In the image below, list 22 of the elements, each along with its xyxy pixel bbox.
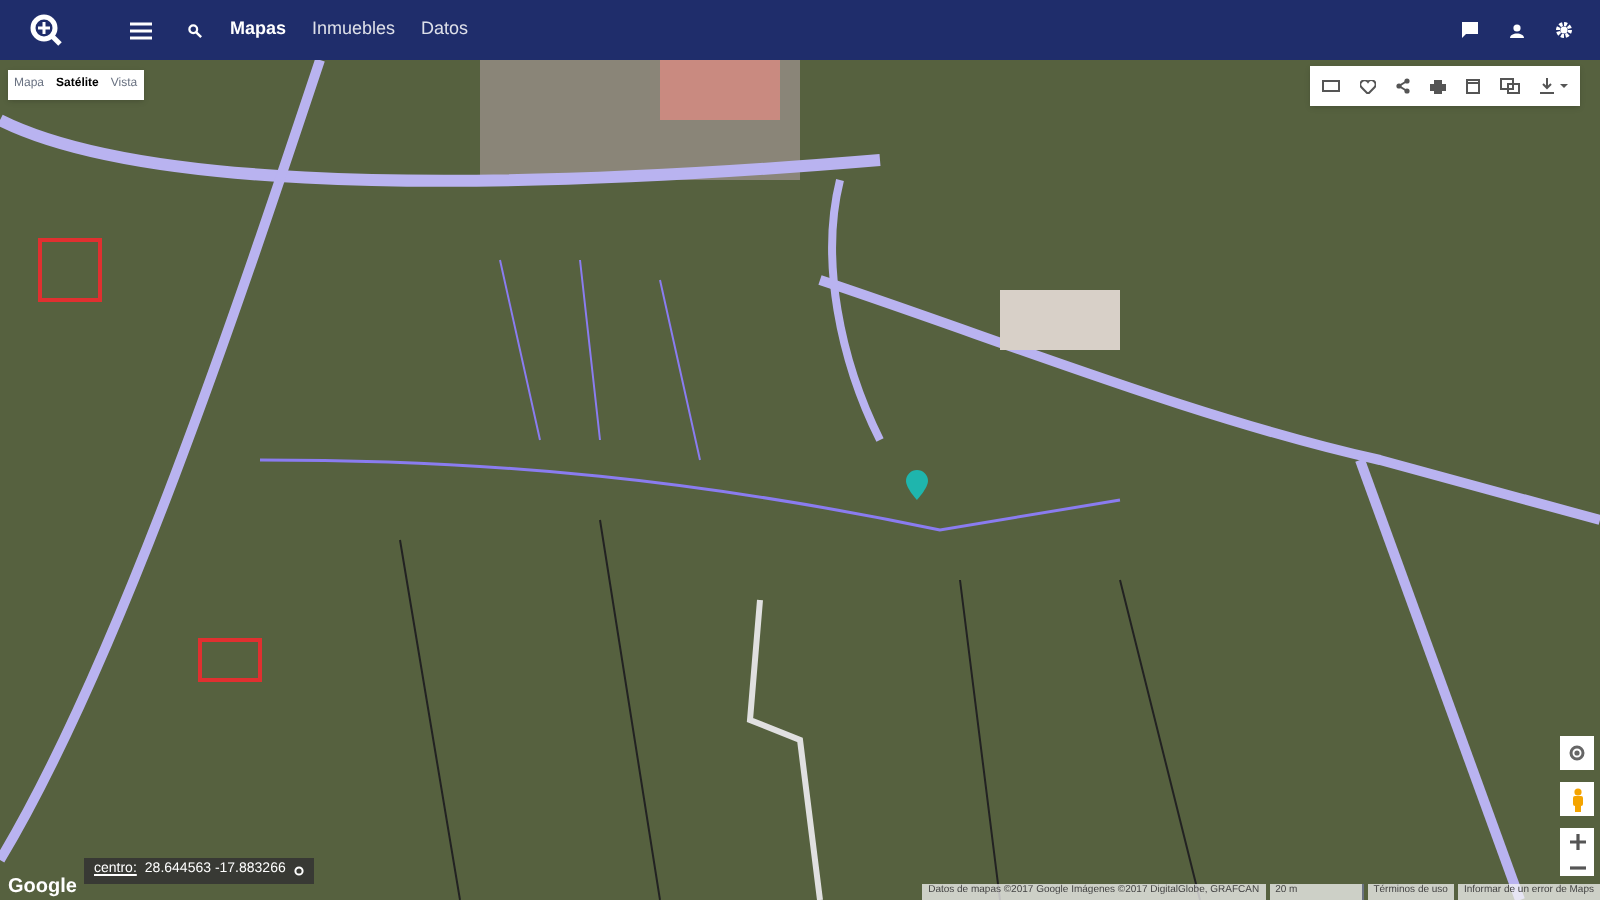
crosshair-icon[interactable] xyxy=(293,866,304,876)
location-button[interactable] xyxy=(1560,736,1594,770)
heart-icon[interactable] xyxy=(1360,79,1376,93)
menu-icon[interactable] xyxy=(130,21,152,39)
nav-tab[interactable]: Inmuebles xyxy=(312,16,396,44)
search-icon[interactable] xyxy=(188,23,202,37)
calendar-icon[interactable] xyxy=(1466,78,1480,94)
user-icon[interactable] xyxy=(1510,23,1524,37)
share-icon[interactable] xyxy=(1396,78,1410,94)
settings-icon[interactable] xyxy=(1556,22,1572,38)
map-logo: Google xyxy=(8,876,77,898)
zoom-in-icon[interactable] xyxy=(1569,834,1585,850)
download-icon[interactable] xyxy=(1540,78,1568,94)
chat-icon[interactable] xyxy=(1462,22,1478,38)
pegman-icon xyxy=(1571,787,1583,811)
target-icon xyxy=(1568,744,1586,762)
nav-tab[interactable]: Mapas xyxy=(230,16,287,44)
map-marker-icon[interactable] xyxy=(906,470,928,500)
magnifier-logo-icon[interactable] xyxy=(28,12,64,48)
ruler-icon[interactable] xyxy=(1322,80,1340,92)
nav-tab[interactable]: Datos xyxy=(421,16,469,44)
screens-icon[interactable] xyxy=(1500,78,1520,94)
